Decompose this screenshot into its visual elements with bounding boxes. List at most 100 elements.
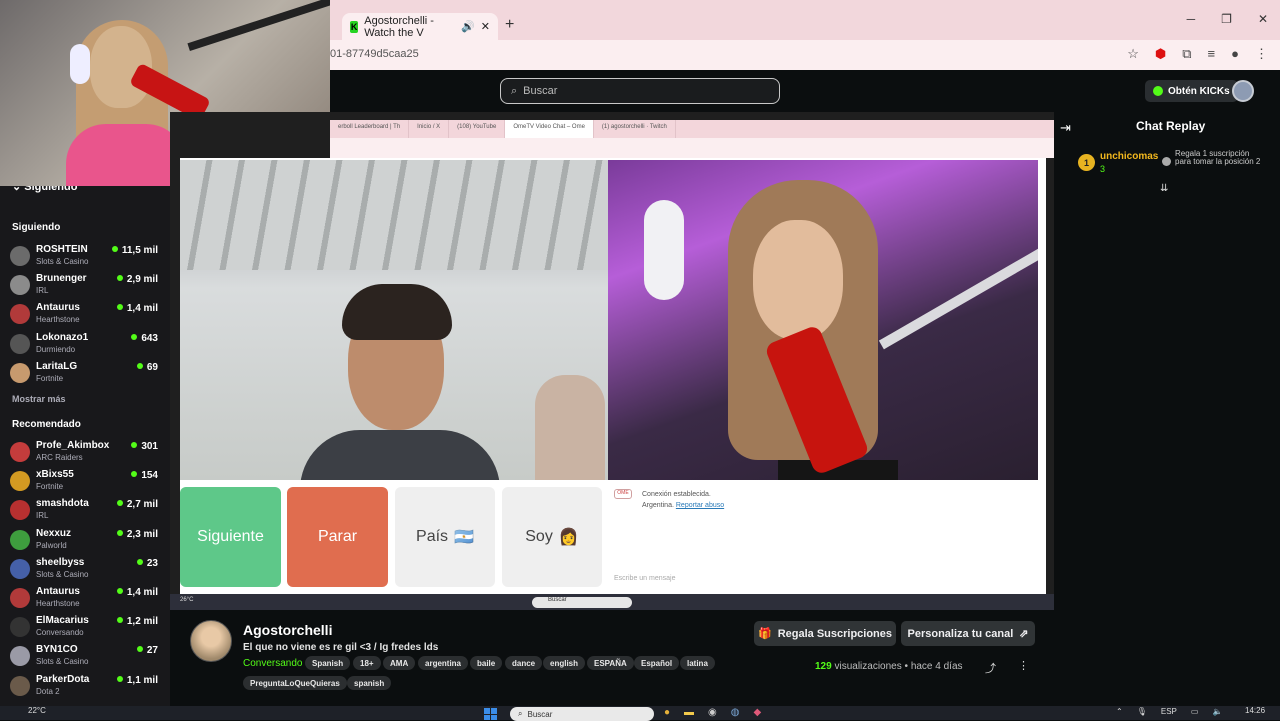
tag-chip[interactable]: dance — [505, 656, 543, 670]
close-window-icon[interactable]: ✕ — [1258, 12, 1268, 26]
mic-icon[interactable]: 🎙 — [1137, 707, 1147, 716]
sidebar-channel-item[interactable]: sheelbyss Slots & Casino 23 — [10, 555, 160, 583]
volume-icon[interactable]: 🔈 — [1212, 707, 1222, 716]
browser-tab[interactable]: K Agostorchelli - Watch the V 🔊 ✕ — [342, 13, 498, 40]
viewer-count: 301 — [131, 441, 158, 452]
weather-widget[interactable]: 22°C — [28, 706, 46, 715]
headphones-icon — [644, 200, 684, 300]
channel-avatar — [10, 275, 30, 296]
tag-chip[interactable]: latina — [680, 656, 715, 670]
sidebar-channel-item[interactable]: BYN1CO Slots & Casino 27 — [10, 642, 160, 670]
tag-chip[interactable]: baile — [470, 656, 503, 670]
windows-start-icon[interactable] — [484, 708, 498, 720]
view-stats: 129 visualizaciones • hace 4 días — [815, 661, 963, 672]
chevron-up-icon[interactable]: ⌃ — [1116, 707, 1123, 716]
more-options-icon[interactable]: ⋮ — [1018, 659, 1029, 672]
channel-name[interactable]: Agostorchelli — [243, 622, 332, 638]
following-header: Siguiendo — [12, 222, 61, 233]
time-ago: hace 4 días — [910, 661, 963, 672]
external-link-icon: ⇗ — [1019, 628, 1029, 640]
view-count: 129 — [815, 661, 832, 672]
gift-subs-button[interactable]: 🎁 Regala Suscripciones — [754, 621, 896, 646]
search-input[interactable]: ⌕ Buscar — [500, 78, 780, 104]
stop-button[interactable]: Parar — [287, 487, 388, 587]
get-kicks-button[interactable]: Obtén KICKs — [1145, 80, 1238, 102]
next-button[interactable]: Siguiente — [180, 487, 281, 587]
extension-record-icon[interactable]: ⬢ — [1155, 46, 1166, 62]
ometv-logo-icon: OME — [614, 489, 632, 499]
close-tab-icon[interactable]: ✕ — [481, 20, 490, 33]
channel-avatar[interactable] — [190, 620, 232, 662]
sidebar-channel-item[interactable]: ROSHTEIN Slots & Casino 11,5 mil — [10, 242, 160, 270]
headphones-icon — [70, 44, 90, 84]
message-input[interactable]: Escribe un mensaje — [614, 575, 675, 582]
show-more-link[interactable]: Mostrar más — [12, 394, 66, 404]
chat-username[interactable]: unchicomas — [1100, 151, 1158, 162]
report-abuse-link[interactable]: Reportar abuso — [676, 502, 724, 509]
speaker-icon[interactable]: 🔊 — [461, 20, 475, 33]
minimize-icon[interactable]: ─ — [1187, 12, 1196, 26]
customize-channel-button[interactable]: Personaliza tu canal ⇗ — [901, 621, 1035, 646]
sidebar-channel-item[interactable]: Nexxuz Palworld 2,3 mil — [10, 526, 160, 554]
stream-category[interactable]: Conversando — [243, 658, 302, 669]
channel-name: LaritaLG — [36, 360, 78, 372]
taskbar-search-label: Buscar — [527, 709, 553, 719]
profile-icon[interactable]: ● — [1231, 46, 1239, 62]
sidebar-channel-item[interactable]: ParkerDota Dota 2 1,1 mil — [10, 672, 160, 700]
app-icon[interactable]: ◆ — [754, 707, 762, 718]
folder-icon[interactable]: ▬ — [684, 707, 694, 718]
system-message: Conexión establecida. Argentina. Reporta… — [642, 489, 724, 511]
channel-category: Fortnite — [36, 373, 64, 383]
scroll-down-icon[interactable]: ⇊ — [1160, 183, 1168, 194]
chat-title: Chat Replay — [1136, 119, 1206, 133]
steam-icon[interactable]: ◍ — [731, 707, 740, 718]
inner-tab: Inicio / X — [409, 120, 450, 138]
sidebar-channel-item[interactable]: ElMacarius Conversando 1,2 mil — [10, 613, 160, 641]
tag-chip[interactable]: ESPAÑA — [587, 656, 634, 670]
sidebar-channel-item[interactable]: smashdota IRL 2,7 mil — [10, 496, 160, 524]
clock[interactable]: 14:26 — [1245, 706, 1265, 715]
share-icon[interactable]: ⤴ — [985, 660, 996, 676]
gender-button[interactable]: Soy 👩 — [502, 487, 602, 587]
inner-search: Buscar — [532, 597, 632, 608]
star-icon[interactable]: ☆ — [1127, 46, 1139, 62]
tag-chip[interactable]: PreguntaLoQueQuieras — [243, 676, 347, 690]
sidebar-channel-item[interactable]: Antaurus Hearthstone 1,4 mil — [10, 300, 160, 328]
monitor-icon[interactable]: ▭ — [1191, 707, 1199, 716]
collapse-chat-icon[interactable]: ⇥ — [1060, 120, 1071, 136]
gender-label: Soy — [525, 528, 553, 545]
sidebar-channel-item[interactable]: Antaurus Hearthstone 1,4 mil — [10, 584, 160, 612]
sidebar-channel-item[interactable]: Profe_Akimbox ARC Raiders 301 — [10, 438, 160, 466]
media-icon[interactable]: ≡ — [1208, 46, 1216, 62]
tag-chip[interactable]: english — [543, 656, 586, 670]
chrome-icon[interactable]: ● — [664, 707, 670, 718]
url-text[interactable]: 01-87749d5caa25 — [330, 48, 419, 60]
tag-chip[interactable]: Spanish — [305, 656, 351, 670]
country-button[interactable]: País 🇦🇷 — [395, 487, 495, 587]
sidebar-channel-item[interactable]: Brunenger IRL 2,9 mil — [10, 271, 160, 299]
self-video — [608, 160, 1038, 480]
inner-tab: (108) YouTube — [449, 120, 506, 138]
tag-chip[interactable]: argentina — [418, 656, 469, 670]
channel-avatar — [10, 304, 30, 325]
woman-icon: 👩 — [558, 529, 579, 546]
restore-icon[interactable]: ❐ — [1221, 12, 1232, 26]
tag-chip[interactable]: AMA — [383, 656, 416, 670]
sidebar-channel-item[interactable]: LaritaLG Fortnite 69 — [10, 359, 160, 387]
tag-chip[interactable]: spanish — [347, 676, 392, 690]
new-tab-button[interactable]: + — [505, 16, 514, 34]
menu-icon[interactable]: ⋮ — [1255, 46, 1268, 62]
user-avatar[interactable] — [1232, 80, 1254, 102]
sidebar-channel-item[interactable]: xBixs55 Fortnite 154 — [10, 467, 160, 495]
channel-category: Hearthstone — [36, 599, 80, 608]
obs-icon[interactable]: ◉ — [708, 707, 717, 718]
taskbar-search[interactable]: ⌕ Buscar — [510, 707, 654, 721]
sidebar-channel-item[interactable]: Lokonazo1 Durmiendo 643 — [10, 330, 160, 358]
language-indicator[interactable]: ESP — [1161, 707, 1177, 716]
tag-chip[interactable]: Español — [634, 656, 680, 670]
tag-chip[interactable]: 18+ — [353, 656, 381, 670]
channel-avatar — [10, 588, 30, 608]
stranger-video — [180, 160, 608, 480]
channel-avatar — [10, 617, 30, 638]
extensions-icon[interactable]: ⧉ — [1182, 46, 1191, 62]
